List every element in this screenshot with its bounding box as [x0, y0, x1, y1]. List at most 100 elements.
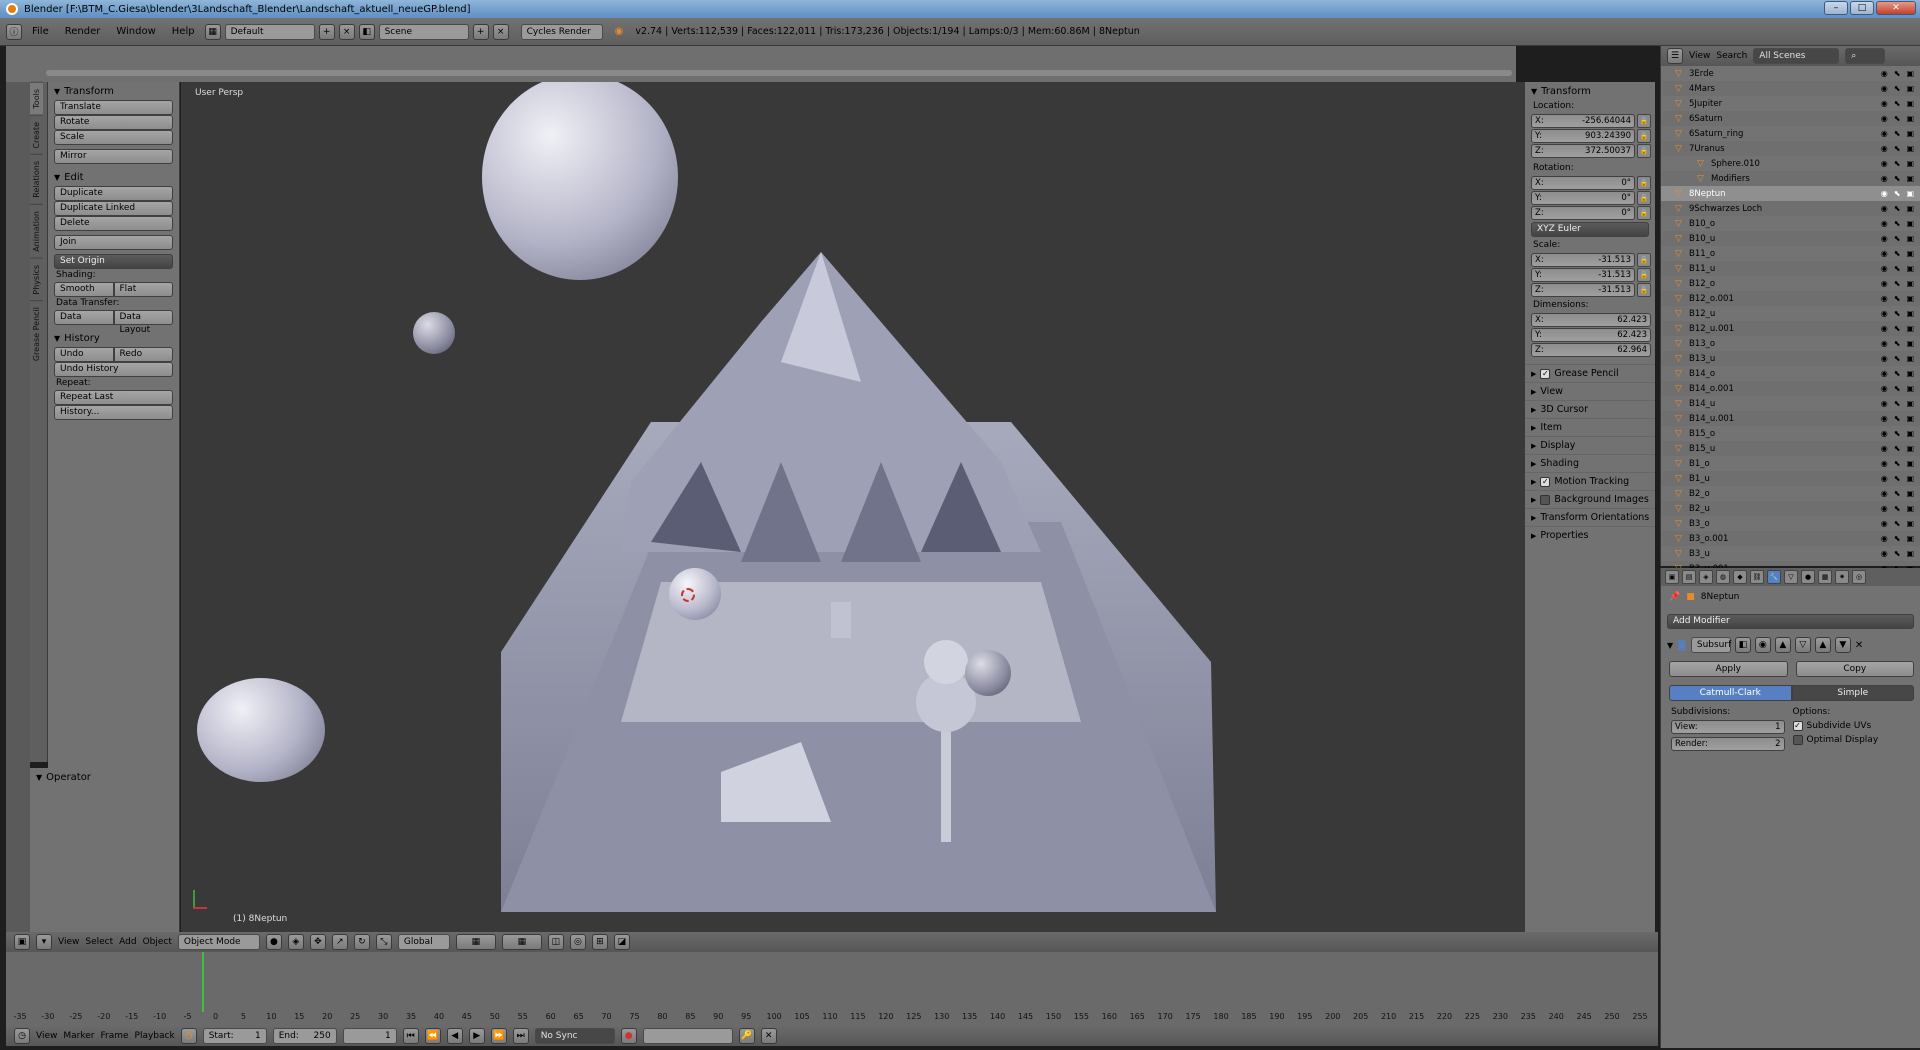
- layers-icon-2[interactable]: ▦: [501, 934, 542, 950]
- render-camera-icon[interactable]: ▣: [1906, 489, 1914, 498]
- render-camera-icon[interactable]: ▣: [1906, 294, 1914, 303]
- jump-keyframe-back-icon[interactable]: ⏪: [424, 1028, 441, 1044]
- current-frame-indicator[interactable]: [202, 952, 204, 1012]
- checkbox-checked-icon[interactable]: ✓: [1792, 721, 1803, 731]
- outliner-row[interactable]: ▽ B14_o ◉ ⬉ ▣: [1661, 366, 1920, 381]
- render-camera-icon[interactable]: ▣: [1906, 504, 1914, 513]
- outliner-row[interactable]: ▽ B13_u ◉ ⬉ ▣: [1661, 351, 1920, 366]
- selectability-icon[interactable]: ⬉: [1894, 114, 1901, 123]
- render-engine-select[interactable]: Cycles Render: [520, 23, 603, 40]
- outliner-row[interactable]: ▽ B1_o ◉ ⬉ ▣: [1661, 456, 1920, 471]
- location-z-field[interactable]: Z: 372.50037: [1531, 144, 1635, 158]
- operator-panel-header[interactable]: ▼ Operator: [30, 768, 179, 786]
- play-reverse-icon[interactable]: ◀: [446, 1028, 463, 1044]
- render-camera-icon[interactable]: ▣: [1906, 234, 1914, 243]
- outliner-row[interactable]: ▽ 6Saturn_ring ◉ ⬉ ▣: [1661, 126, 1920, 141]
- outliner-row[interactable]: ▽ B12_u ◉ ⬉ ▣: [1661, 306, 1920, 321]
- rotation-mode-select[interactable]: XYZ Euler: [1531, 222, 1649, 237]
- editor-type-icon[interactable]: ◷: [14, 1028, 30, 1044]
- maximize-button[interactable]: □: [1850, 1, 1874, 15]
- menu-render[interactable]: Render: [59, 26, 107, 37]
- history-panel-header[interactable]: ▼ History: [48, 329, 179, 347]
- visibility-eye-icon[interactable]: ◉: [1881, 69, 1888, 78]
- lock-icon[interactable]: 🔒: [1637, 206, 1651, 220]
- optimal-display-option[interactable]: Optimal Display: [1792, 735, 1915, 745]
- data-tab-icon[interactable]: ▽: [1784, 570, 1798, 584]
- catmull-clark-button[interactable]: Catmull-Clark: [1669, 685, 1792, 701]
- minimize-button[interactable]: –: [1824, 1, 1848, 15]
- selectability-icon[interactable]: ⬉: [1894, 174, 1901, 183]
- rotation-y-field[interactable]: Y: 0°: [1531, 191, 1635, 205]
- selectability-icon[interactable]: ⬉: [1894, 279, 1901, 288]
- visibility-eye-icon[interactable]: ◉: [1881, 114, 1888, 123]
- render-camera-icon[interactable]: ▣: [1906, 459, 1914, 468]
- manipulator-icon[interactable]: ✥: [309, 934, 326, 950]
- duplicate-linked-button[interactable]: Duplicate Linked: [54, 201, 173, 216]
- current-frame-field[interactable]: 1: [342, 1028, 397, 1044]
- selectability-icon[interactable]: ⬉: [1894, 129, 1901, 138]
- translate-button[interactable]: Translate: [54, 100, 173, 115]
- outliner-row[interactable]: ▽ B15_u ◉ ⬉ ▣: [1661, 441, 1920, 456]
- selectability-icon[interactable]: ⬉: [1894, 474, 1901, 483]
- scene-select[interactable]: Scene: [378, 23, 469, 40]
- editor-type-icon[interactable]: ⓘ: [6, 23, 22, 40]
- lock-icon[interactable]: 🔒: [1637, 144, 1651, 158]
- outliner-row[interactable]: ▽ B14_u.001 ◉ ⬉ ▣: [1661, 411, 1920, 426]
- outliner-row[interactable]: ▽ B12_u.001 ◉ ⬉ ▣: [1661, 321, 1920, 336]
- orientation-select[interactable]: Global: [397, 934, 450, 950]
- selectability-icon[interactable]: ⬉: [1894, 294, 1901, 303]
- outliner-view-menu[interactable]: View: [1689, 51, 1710, 61]
- copy-button[interactable]: Copy: [1795, 661, 1914, 677]
- selectability-icon[interactable]: ⬉: [1894, 504, 1901, 513]
- visibility-eye-icon[interactable]: ◉: [1881, 429, 1888, 438]
- section-grease-pencil[interactable]: ▶ ✓ Grease Pencil: [1525, 364, 1655, 382]
- world-tab-icon[interactable]: ◍: [1716, 570, 1730, 584]
- selectability-icon[interactable]: ⬉: [1894, 399, 1901, 408]
- visibility-eye-icon[interactable]: ◉: [1881, 294, 1888, 303]
- selectability-icon[interactable]: ⬉: [1894, 204, 1901, 213]
- modifier-name-field[interactable]: Subsurf: [1690, 637, 1731, 653]
- visibility-eye-icon[interactable]: ◉: [1881, 519, 1888, 528]
- render-camera-icon[interactable]: ▣: [1906, 429, 1914, 438]
- checkbox-checked-icon[interactable]: ✓: [1540, 476, 1551, 487]
- section-properties[interactable]: ▶ Properties: [1525, 526, 1655, 544]
- menu-select[interactable]: Select: [85, 937, 113, 947]
- layout-add-icon[interactable]: +: [318, 23, 335, 40]
- play-icon[interactable]: ▶: [468, 1028, 485, 1044]
- visibility-eye-icon[interactable]: ◉: [1881, 234, 1888, 243]
- lock-icon[interactable]: 🔒: [1637, 176, 1651, 190]
- render-preview-icon[interactable]: ◪: [613, 934, 630, 950]
- render-camera-icon[interactable]: ▣: [1906, 414, 1914, 423]
- outliner-row[interactable]: ▽ B3_o.001 ◉ ⬉ ▣: [1661, 531, 1920, 546]
- selectability-icon[interactable]: ⬉: [1894, 99, 1901, 108]
- outliner-row[interactable]: ▽ 9Schwarzes Loch ◉ ⬉ ▣: [1661, 201, 1920, 216]
- visibility-eye-icon[interactable]: ◉: [1881, 489, 1888, 498]
- modifiers-tab-icon[interactable]: 🔧: [1767, 570, 1781, 584]
- selectability-icon[interactable]: ⬉: [1894, 384, 1901, 393]
- tab-grease-pencil[interactable]: Grease Pencil: [30, 300, 43, 368]
- visibility-eye-icon[interactable]: ◉: [1881, 264, 1888, 273]
- visibility-eye-icon[interactable]: ◉: [1881, 324, 1888, 333]
- editor-type-icon[interactable]: ▣: [14, 934, 30, 950]
- menu-view[interactable]: View: [58, 937, 79, 947]
- menu-window[interactable]: Window: [110, 26, 161, 37]
- add-modifier-select[interactable]: Add Modifier: [1667, 614, 1914, 629]
- selectability-icon[interactable]: ⬉: [1894, 249, 1901, 258]
- editmode-visibility-icon[interactable]: ▲: [1774, 637, 1791, 653]
- render-camera-icon[interactable]: ▣: [1906, 279, 1914, 288]
- visibility-eye-icon[interactable]: ◉: [1881, 99, 1888, 108]
- pin-icon[interactable]: 📌: [1669, 592, 1680, 602]
- texture-tab-icon[interactable]: ▦: [1818, 570, 1832, 584]
- render-layers-tab-icon[interactable]: ▤: [1682, 570, 1696, 584]
- render-camera-icon[interactable]: ▣: [1906, 249, 1914, 258]
- outliner-row[interactable]: ▽ B12_o.001 ◉ ⬉ ▣: [1661, 291, 1920, 306]
- outliner-row[interactable]: ▽ 5Jupiter ◉ ⬉ ▣: [1661, 96, 1920, 111]
- object-tab-icon[interactable]: ◆: [1733, 570, 1747, 584]
- scale-y-field[interactable]: Y: -31.513: [1531, 268, 1635, 282]
- layers-icon[interactable]: ▦: [455, 934, 496, 950]
- join-button[interactable]: Join: [54, 235, 173, 250]
- particles-tab-icon[interactable]: ✷: [1835, 570, 1849, 584]
- selectability-icon[interactable]: ⬉: [1894, 489, 1901, 498]
- menu-frame[interactable]: Frame: [100, 1031, 128, 1041]
- render-camera-icon[interactable]: ▣: [1906, 519, 1914, 528]
